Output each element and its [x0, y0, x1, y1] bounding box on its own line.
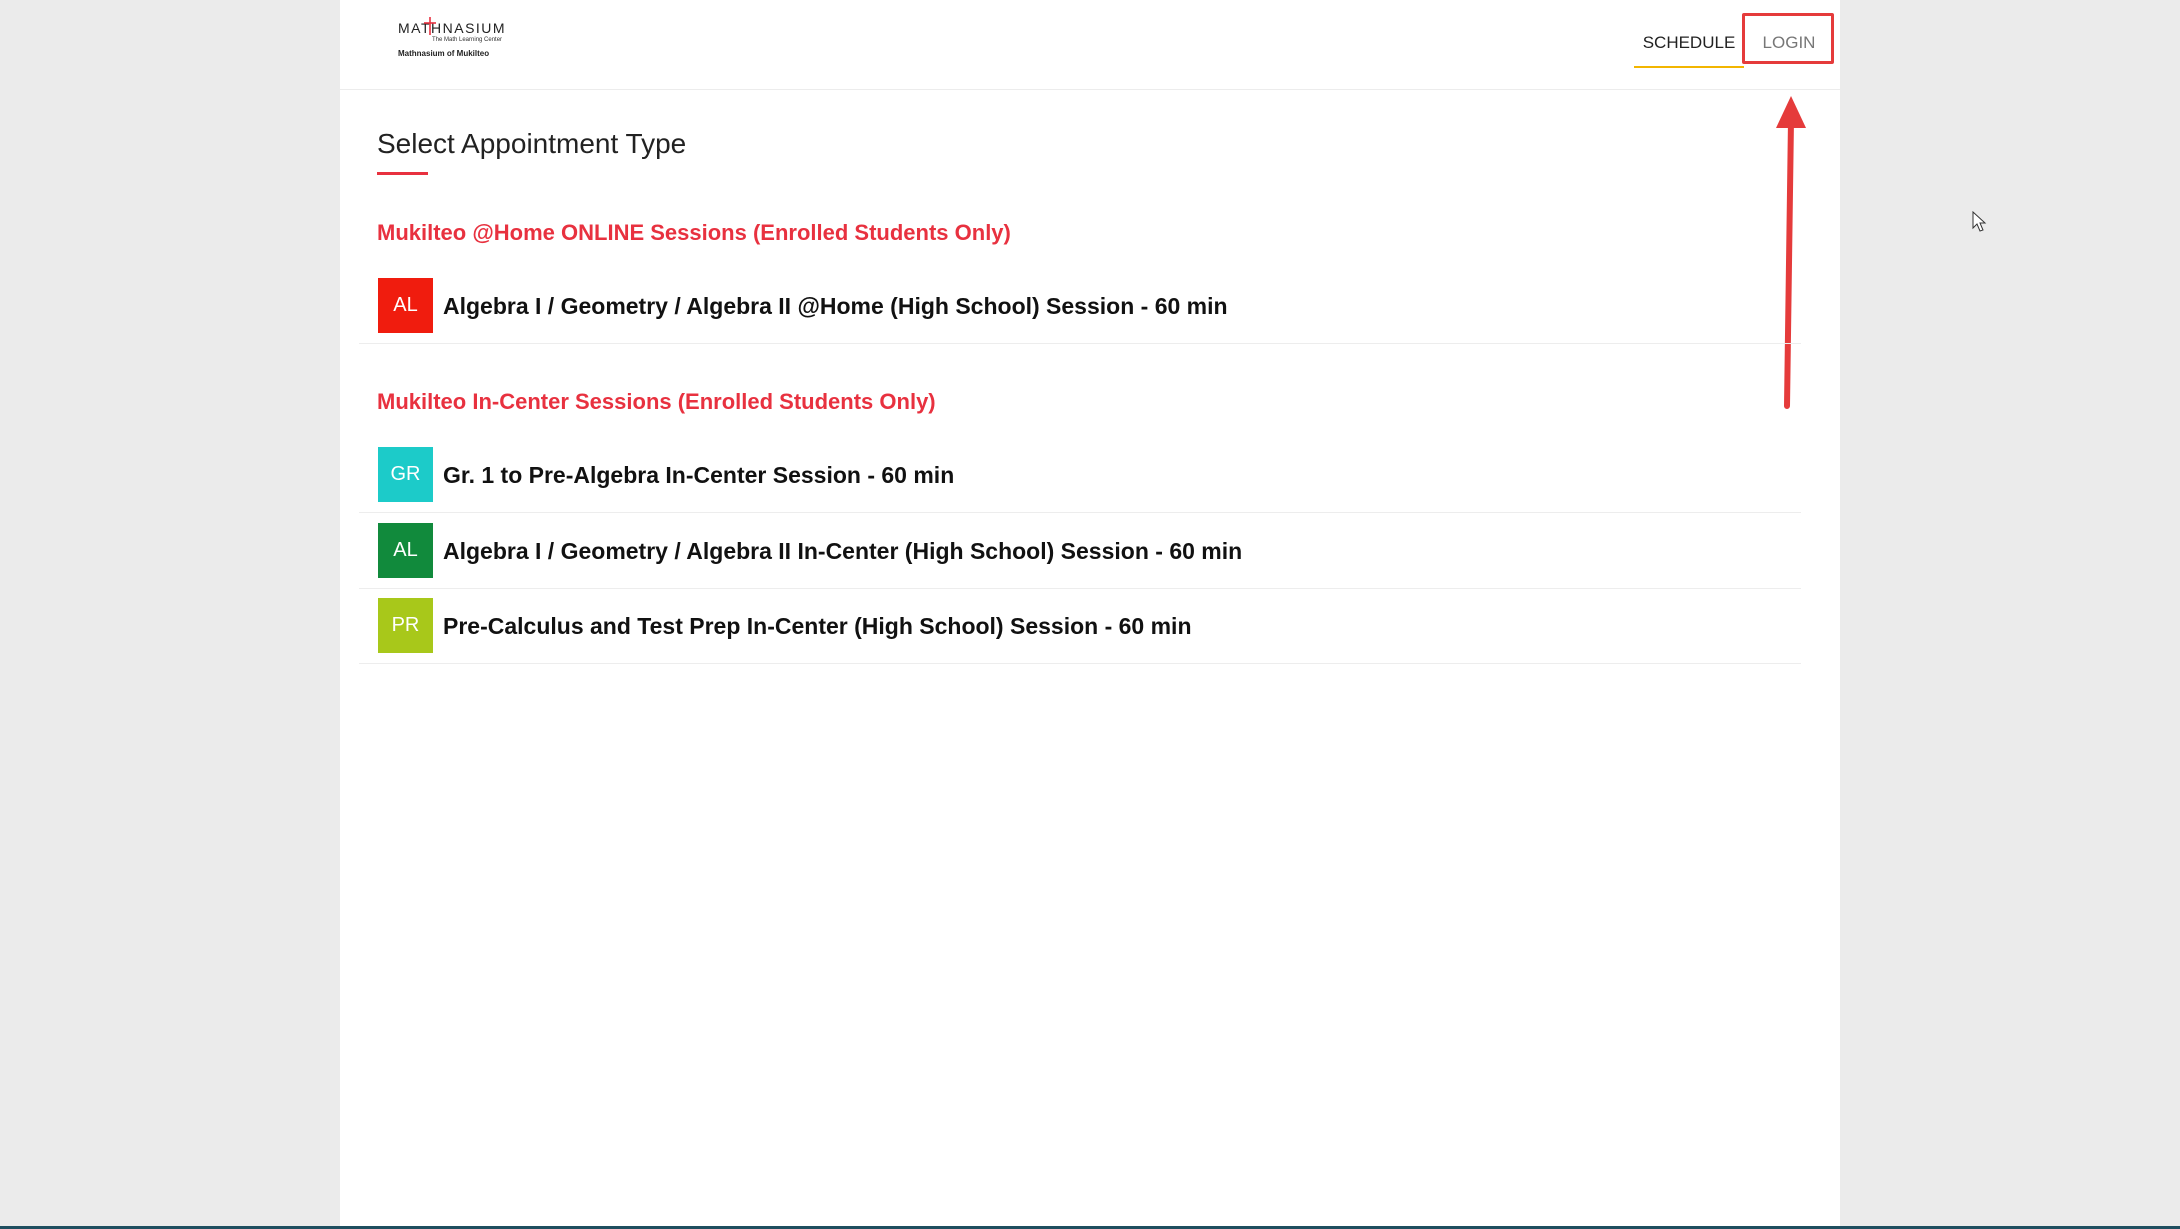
nav-schedule[interactable]: SCHEDULE — [1634, 0, 1744, 68]
appointment-label: Pre-Calculus and Test Prep In-Center (Hi… — [443, 613, 1192, 639]
booking-page: MATHNASIUM The Math Learning Center Math… — [340, 0, 1840, 1226]
appointment-badge: AL — [378, 278, 433, 333]
appointment-label: Algebra I / Geometry / Algebra II @Home … — [443, 293, 1228, 319]
annotation-arrow-icon — [1776, 96, 1806, 409]
logo-location-name: Mathnasium of Mukilteo — [398, 49, 490, 58]
logo-wordmark: MATHNASIUM — [398, 20, 507, 36]
logo-tagline: The Math Learning Center — [432, 37, 503, 43]
appointment-label: Gr. 1 to Pre-Algebra In-Center Session -… — [443, 462, 955, 488]
top-header: MATHNASIUM The Math Learning Center Math… — [340, 0, 1840, 90]
title-underline — [377, 172, 428, 175]
appointment-row-algebra-home[interactable]: AL Algebra I / Geometry / Algebra II @Ho… — [359, 269, 1801, 344]
appointment-badge: PR — [378, 598, 433, 653]
mouse-pointer-icon — [1972, 211, 1987, 232]
mathnasium-logo[interactable]: MATHNASIUM The Math Learning Center Math… — [398, 17, 518, 64]
appointment-badge: GR — [378, 447, 433, 502]
logo-plus-icon — [424, 17, 436, 35]
section-heading-in-center: Mukilteo In-Center Sessions (Enrolled St… — [377, 389, 936, 414]
appointment-label: Algebra I / Geometry / Algebra II In-Cen… — [443, 538, 1243, 564]
appointment-row-precalculus[interactable]: PR Pre-Calculus and Test Prep In-Center … — [359, 589, 1801, 664]
appointment-row-algebra-in-center[interactable]: AL Algebra I / Geometry / Algebra II In-… — [359, 514, 1801, 589]
section-heading-home-online: Mukilteo @Home ONLINE Sessions (Enrolled… — [377, 220, 1011, 245]
page-title: Select Appointment Type — [377, 128, 687, 159]
appointment-row-gr1-prealgebra[interactable]: GR Gr. 1 to Pre-Algebra In-Center Sessio… — [359, 438, 1801, 513]
appointment-badge: AL — [378, 523, 433, 578]
login-highlight-box — [1742, 13, 1834, 64]
